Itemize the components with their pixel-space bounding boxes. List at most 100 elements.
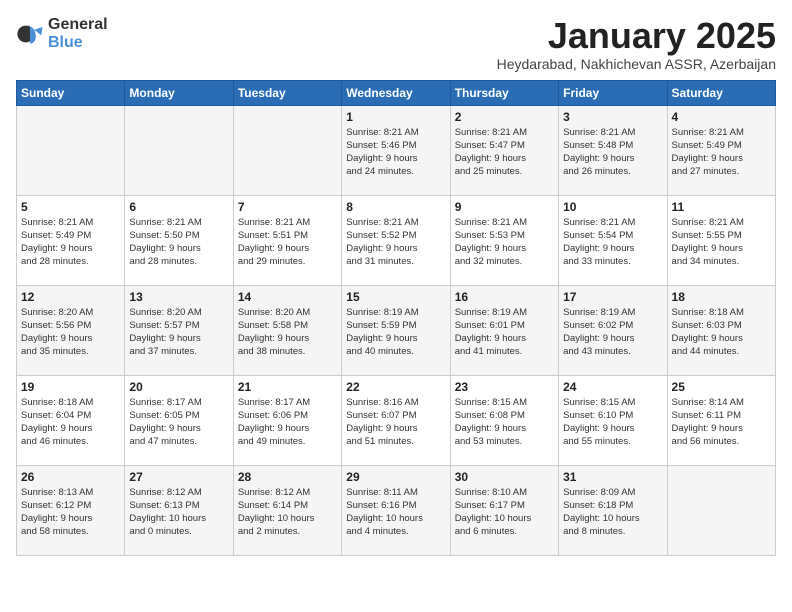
day-number: 31 [563, 470, 662, 484]
day-number: 16 [455, 290, 554, 304]
day-number: 20 [129, 380, 228, 394]
day-number: 13 [129, 290, 228, 304]
day-number: 23 [455, 380, 554, 394]
day-number: 14 [238, 290, 337, 304]
calendar-cell: 5 Sunrise: 8:21 AM Sunset: 5:49 PM Daylig… [17, 195, 125, 285]
day-number: 27 [129, 470, 228, 484]
calendar-cell: 24Sunrise: 8:15 AM Sunset: 6:10 PM Dayli… [559, 375, 667, 465]
day-number: 18 [672, 290, 771, 304]
day-info: Sunrise: 8:11 AM Sunset: 6:16 PM Dayligh… [346, 486, 445, 539]
day-header-monday: Monday [125, 80, 233, 105]
day-header-friday: Friday [559, 80, 667, 105]
day-number: 17 [563, 290, 662, 304]
day-number: 19 [21, 380, 120, 394]
day-info: Sunrise: 8:15 AM Sunset: 6:08 PM Dayligh… [455, 396, 554, 449]
calendar-cell: 31 Sunrise: 8:09 AM Sunset: 6:18 PM Dayli… [559, 465, 667, 555]
day-info: Sunrise: 8:13 AM Sunset: 6:12 PM Dayligh… [21, 486, 120, 539]
day-info: Sunrise: 8:21 AM Sunset: 5:49 PM Dayligh… [672, 126, 771, 179]
day-number: 10 [563, 200, 662, 214]
calendar-cell: 7 Sunrise: 8:21 AM Sunset: 5:51 PM Daylig… [233, 195, 341, 285]
day-number: 5 [21, 200, 120, 214]
calendar-cell: 26 Sunrise: 8:13 AM Sunset: 6:12 PM Dayli… [17, 465, 125, 555]
day-info: Sunrise: 8:21 AM Sunset: 5:54 PM Dayligh… [563, 216, 662, 269]
day-info: Sunrise: 8:12 AM Sunset: 6:14 PM Dayligh… [238, 486, 337, 539]
day-info: Sunrise: 8:17 AM Sunset: 6:06 PM Dayligh… [238, 396, 337, 449]
calendar-cell [667, 465, 775, 555]
calendar-cell: 29 Sunrise: 8:11 AM Sunset: 6:16 PM Dayli… [342, 465, 450, 555]
calendar-week-row: 12Sunrise: 8:20 AM Sunset: 5:56 PM Dayli… [17, 285, 776, 375]
calendar-cell: 19 Sunrise: 8:18 AM Sunset: 6:04 PM Dayli… [17, 375, 125, 465]
title-block: January 2025 Heydarabad, Nakhichevan ASS… [497, 16, 776, 72]
day-number: 30 [455, 470, 554, 484]
day-info: Sunrise: 8:21 AM Sunset: 5:50 PM Dayligh… [129, 216, 228, 269]
day-info: Sunrise: 8:09 AM Sunset: 6:18 PM Dayligh… [563, 486, 662, 539]
calendar-cell: 1 Sunrise: 8:21 AM Sunset: 5:46 PM Daylig… [342, 105, 450, 195]
day-number: 8 [346, 200, 445, 214]
calendar-cell: 18 Sunrise: 8:18 AM Sunset: 6:03 PM Dayli… [667, 285, 775, 375]
logo-icon [16, 20, 44, 48]
calendar-cell: 22 Sunrise: 8:16 AM Sunset: 6:07 PM Dayli… [342, 375, 450, 465]
day-number: 4 [672, 110, 771, 124]
calendar-cell [233, 105, 341, 195]
calendar-cell: 17Sunrise: 8:19 AM Sunset: 6:02 PM Dayli… [559, 285, 667, 375]
logo: General Blue [16, 16, 108, 52]
day-info: Sunrise: 8:17 AM Sunset: 6:05 PM Dayligh… [129, 396, 228, 449]
calendar-cell [17, 105, 125, 195]
calendar-cell: 14 Sunrise: 8:20 AM Sunset: 5:58 PM Dayli… [233, 285, 341, 375]
day-number: 1 [346, 110, 445, 124]
calendar-cell: 20 Sunrise: 8:17 AM Sunset: 6:05 PM Dayli… [125, 375, 233, 465]
day-info: Sunrise: 8:19 AM Sunset: 6:01 PM Dayligh… [455, 306, 554, 359]
day-info: Sunrise: 8:19 AM Sunset: 5:59 PM Dayligh… [346, 306, 445, 359]
day-number: 15 [346, 290, 445, 304]
day-info: Sunrise: 8:21 AM Sunset: 5:49 PM Dayligh… [21, 216, 120, 269]
day-header-tuesday: Tuesday [233, 80, 341, 105]
calendar-week-row: 1 Sunrise: 8:21 AM Sunset: 5:46 PM Daylig… [17, 105, 776, 195]
day-info: Sunrise: 8:15 AM Sunset: 6:10 PM Dayligh… [563, 396, 662, 449]
page-header: General Blue January 2025 Heydarabad, Na… [16, 16, 776, 72]
day-header-sunday: Sunday [17, 80, 125, 105]
calendar-header-row: SundayMondayTuesdayWednesdayThursdayFrid… [17, 80, 776, 105]
day-number: 12 [21, 290, 120, 304]
day-info: Sunrise: 8:16 AM Sunset: 6:07 PM Dayligh… [346, 396, 445, 449]
calendar-cell: 11 Sunrise: 8:21 AM Sunset: 5:55 PM Dayli… [667, 195, 775, 285]
day-header-wednesday: Wednesday [342, 80, 450, 105]
day-info: Sunrise: 8:18 AM Sunset: 6:04 PM Dayligh… [21, 396, 120, 449]
calendar-cell: 21 Sunrise: 8:17 AM Sunset: 6:06 PM Dayli… [233, 375, 341, 465]
day-number: 21 [238, 380, 337, 394]
calendar-cell: 28 Sunrise: 8:12 AM Sunset: 6:14 PM Dayli… [233, 465, 341, 555]
calendar-cell: 30Sunrise: 8:10 AM Sunset: 6:17 PM Dayli… [450, 465, 558, 555]
day-info: Sunrise: 8:21 AM Sunset: 5:53 PM Dayligh… [455, 216, 554, 269]
day-info: Sunrise: 8:12 AM Sunset: 6:13 PM Dayligh… [129, 486, 228, 539]
day-number: 25 [672, 380, 771, 394]
day-info: Sunrise: 8:18 AM Sunset: 6:03 PM Dayligh… [672, 306, 771, 359]
calendar-cell: 6 Sunrise: 8:21 AM Sunset: 5:50 PM Daylig… [125, 195, 233, 285]
day-info: Sunrise: 8:21 AM Sunset: 5:51 PM Dayligh… [238, 216, 337, 269]
day-number: 28 [238, 470, 337, 484]
calendar-cell: 25 Sunrise: 8:14 AM Sunset: 6:11 PM Dayli… [667, 375, 775, 465]
day-number: 3 [563, 110, 662, 124]
day-number: 2 [455, 110, 554, 124]
calendar-week-row: 26 Sunrise: 8:13 AM Sunset: 6:12 PM Dayli… [17, 465, 776, 555]
day-number: 29 [346, 470, 445, 484]
day-number: 22 [346, 380, 445, 394]
day-info: Sunrise: 8:14 AM Sunset: 6:11 PM Dayligh… [672, 396, 771, 449]
calendar-week-row: 19 Sunrise: 8:18 AM Sunset: 6:04 PM Dayli… [17, 375, 776, 465]
calendar-cell: 3 Sunrise: 8:21 AM Sunset: 5:48 PM Daylig… [559, 105, 667, 195]
calendar-cell [125, 105, 233, 195]
calendar-cell: 13 Sunrise: 8:20 AM Sunset: 5:57 PM Dayli… [125, 285, 233, 375]
day-number: 6 [129, 200, 228, 214]
day-number: 7 [238, 200, 337, 214]
day-info: Sunrise: 8:20 AM Sunset: 5:57 PM Dayligh… [129, 306, 228, 359]
day-header-thursday: Thursday [450, 80, 558, 105]
day-info: Sunrise: 8:21 AM Sunset: 5:48 PM Dayligh… [563, 126, 662, 179]
day-number: 26 [21, 470, 120, 484]
calendar-table: SundayMondayTuesdayWednesdayThursdayFrid… [16, 80, 776, 556]
calendar-cell: 27 Sunrise: 8:12 AM Sunset: 6:13 PM Dayli… [125, 465, 233, 555]
day-info: Sunrise: 8:21 AM Sunset: 5:55 PM Dayligh… [672, 216, 771, 269]
day-info: Sunrise: 8:20 AM Sunset: 5:58 PM Dayligh… [238, 306, 337, 359]
day-info: Sunrise: 8:21 AM Sunset: 5:52 PM Dayligh… [346, 216, 445, 269]
day-info: Sunrise: 8:21 AM Sunset: 5:46 PM Dayligh… [346, 126, 445, 179]
day-info: Sunrise: 8:21 AM Sunset: 5:47 PM Dayligh… [455, 126, 554, 179]
day-number: 11 [672, 200, 771, 214]
calendar-cell: 23 Sunrise: 8:15 AM Sunset: 6:08 PM Dayli… [450, 375, 558, 465]
